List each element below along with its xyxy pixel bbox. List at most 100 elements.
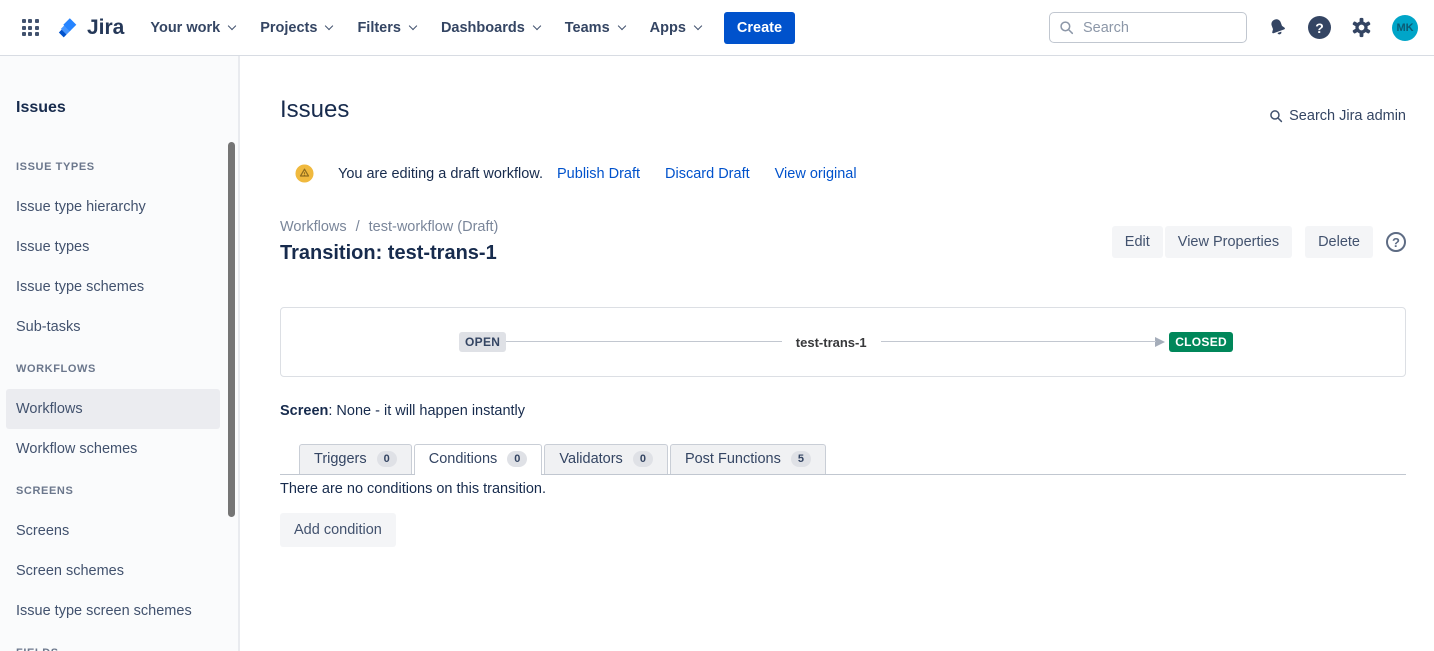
tab-validators-label: Validators <box>559 451 622 467</box>
navbar-right: ? MK <box>1049 12 1418 43</box>
sidebar-item-issue-type-schemes[interactable]: Issue type schemes <box>6 267 220 307</box>
main-menu: Your work Projects Filters Dashboards Te… <box>140 12 712 44</box>
sidebar-item-issue-type-hierarchy[interactable]: Issue type hierarchy <box>6 187 220 227</box>
chevron-down-icon <box>694 22 702 30</box>
menu-dashboards[interactable]: Dashboards <box>431 12 551 44</box>
menu-your-work[interactable]: Your work <box>140 12 246 44</box>
help-button[interactable]: ? <box>1308 16 1331 39</box>
admin-sidebar: Issues ISSUE TYPES Issue type hierarchy … <box>0 56 240 651</box>
menu-projects-label: Projects <box>260 20 317 36</box>
menu-filters-label: Filters <box>357 20 401 36</box>
transition-header-row: Workflows / test-workflow (Draft) Transi… <box>280 219 1406 265</box>
tab-conditions[interactable]: Conditions 0 <box>414 444 543 474</box>
sidebar-section-fields: FIELDS <box>16 647 222 651</box>
status-badge-closed: CLOSED <box>1169 332 1233 352</box>
breadcrumb-separator: / <box>356 219 360 235</box>
main-content: Issues Search Jira admin You are editin <box>240 56 1434 651</box>
tab-validators[interactable]: Validators 0 <box>544 444 668 474</box>
transition-toolbar: Edit View Properties Delete ? <box>1112 226 1406 258</box>
sidebar-title: Issues <box>0 99 238 117</box>
menu-apps-label: Apps <box>650 20 686 36</box>
draft-banner-message: You are editing a draft workflow. <box>338 166 543 182</box>
jira-logo-text: Jira <box>87 16 124 40</box>
grid-icon <box>22 19 39 36</box>
sidebar-section-screens: SCREENS <box>16 485 222 497</box>
discard-draft-link[interactable]: Discard Draft <box>665 166 750 182</box>
sidebar-item-screen-schemes[interactable]: Screen schemes <box>6 551 220 591</box>
search-icon <box>1059 20 1074 35</box>
menu-filters[interactable]: Filters <box>347 12 427 44</box>
top-navbar: Jira Your work Projects Filters Dashboar… <box>0 0 1434 56</box>
view-original-link[interactable]: View original <box>775 166 857 182</box>
sidebar-item-workflows[interactable]: Workflows <box>6 389 220 429</box>
edit-button[interactable]: Edit <box>1112 226 1163 258</box>
tab-triggers-label: Triggers <box>314 451 367 467</box>
menu-projects[interactable]: Projects <box>250 12 343 44</box>
body-row: Issues ISSUE TYPES Issue type hierarchy … <box>0 56 1434 651</box>
transition-title: Transition: test-trans-1 <box>280 242 498 265</box>
sidebar-item-issue-type-screen-schemes[interactable]: Issue type screen schemes <box>6 591 220 631</box>
sidebar-item-issue-types[interactable]: Issue types <box>6 227 220 267</box>
app-root: Jira Your work Projects Filters Dashboar… <box>0 0 1434 651</box>
draft-workflow-banner: You are editing a draft workflow. Publis… <box>280 164 1406 183</box>
tab-validators-count: 0 <box>633 451 653 467</box>
search-jira-admin-label: Search Jira admin <box>1289 108 1406 124</box>
screen-value: : None - it will happen instantly <box>328 403 525 419</box>
status-badge-open: OPEN <box>459 332 506 352</box>
tab-post-functions[interactable]: Post Functions 5 <box>670 444 826 474</box>
sidebar-item-workflow-schemes[interactable]: Workflow schemes <box>6 429 220 469</box>
menu-apps[interactable]: Apps <box>640 12 712 44</box>
menu-teams[interactable]: Teams <box>555 12 636 44</box>
menu-dashboards-label: Dashboards <box>441 20 525 36</box>
tab-post-functions-label: Post Functions <box>685 451 781 467</box>
jira-logo[interactable]: Jira <box>56 15 124 41</box>
gear-icon <box>1350 16 1373 39</box>
chevron-down-icon <box>325 22 333 30</box>
search-input[interactable] <box>1049 12 1247 43</box>
app-switcher-button[interactable] <box>14 12 46 44</box>
content-header: Issues Search Jira admin <box>280 96 1406 124</box>
breadcrumb-current[interactable]: test-workflow (Draft) <box>369 219 499 235</box>
search-jira-admin-link[interactable]: Search Jira admin <box>1269 108 1406 124</box>
delete-button[interactable]: Delete <box>1305 226 1373 258</box>
notifications-button[interactable] <box>1266 16 1289 39</box>
chevron-down-icon <box>228 22 236 30</box>
sidebar-scrollbar[interactable] <box>228 142 235 517</box>
chevron-down-icon <box>533 22 541 30</box>
menu-your-work-label: Your work <box>150 20 220 36</box>
help-icon[interactable]: ? <box>1386 232 1406 252</box>
transition-diagram: OPEN test-trans-1 CLOSED <box>280 307 1406 377</box>
arrow-right-icon <box>1155 337 1165 347</box>
screen-info: Screen: None - it will happen instantly <box>280 403 1406 419</box>
settings-button[interactable] <box>1350 16 1373 39</box>
view-properties-button[interactable]: View Properties <box>1165 226 1292 258</box>
add-condition-button[interactable]: Add condition <box>280 513 396 547</box>
chevron-down-icon <box>409 22 417 30</box>
create-button[interactable]: Create <box>724 12 795 44</box>
no-conditions-message: There are no conditions on this transiti… <box>280 481 1406 497</box>
tab-post-functions-count: 5 <box>791 451 811 467</box>
transition-name-label: test-trans-1 <box>782 335 881 350</box>
tab-triggers[interactable]: Triggers 0 <box>299 444 412 474</box>
bell-icon <box>1266 16 1289 39</box>
breadcrumb-workflows[interactable]: Workflows <box>280 219 347 235</box>
draft-banner-links: Publish Draft Discard Draft View origina… <box>557 166 857 182</box>
avatar[interactable]: MK <box>1392 15 1418 41</box>
transition-line: test-trans-1 <box>506 332 1156 352</box>
page-title: Issues <box>280 96 349 124</box>
search-icon <box>1269 109 1283 123</box>
transition-tabs: Triggers 0 Conditions 0 Validators 0 Pos… <box>280 444 1406 475</box>
transition-heading-block: Workflows / test-workflow (Draft) Transi… <box>280 219 498 265</box>
question-mark-icon: ? <box>1308 16 1331 39</box>
screen-label: Screen <box>280 403 328 419</box>
warning-icon <box>295 164 314 183</box>
sidebar-item-sub-tasks[interactable]: Sub-tasks <box>6 307 220 347</box>
sidebar-item-screens[interactable]: Screens <box>6 511 220 551</box>
tab-conditions-count: 0 <box>507 451 527 467</box>
sidebar-section-issue-types: ISSUE TYPES <box>16 161 222 173</box>
chevron-down-icon <box>618 22 626 30</box>
sidebar-section-workflows: WORKFLOWS <box>16 363 222 375</box>
tab-conditions-label: Conditions <box>429 451 498 467</box>
menu-teams-label: Teams <box>565 20 610 36</box>
publish-draft-link[interactable]: Publish Draft <box>557 166 640 182</box>
